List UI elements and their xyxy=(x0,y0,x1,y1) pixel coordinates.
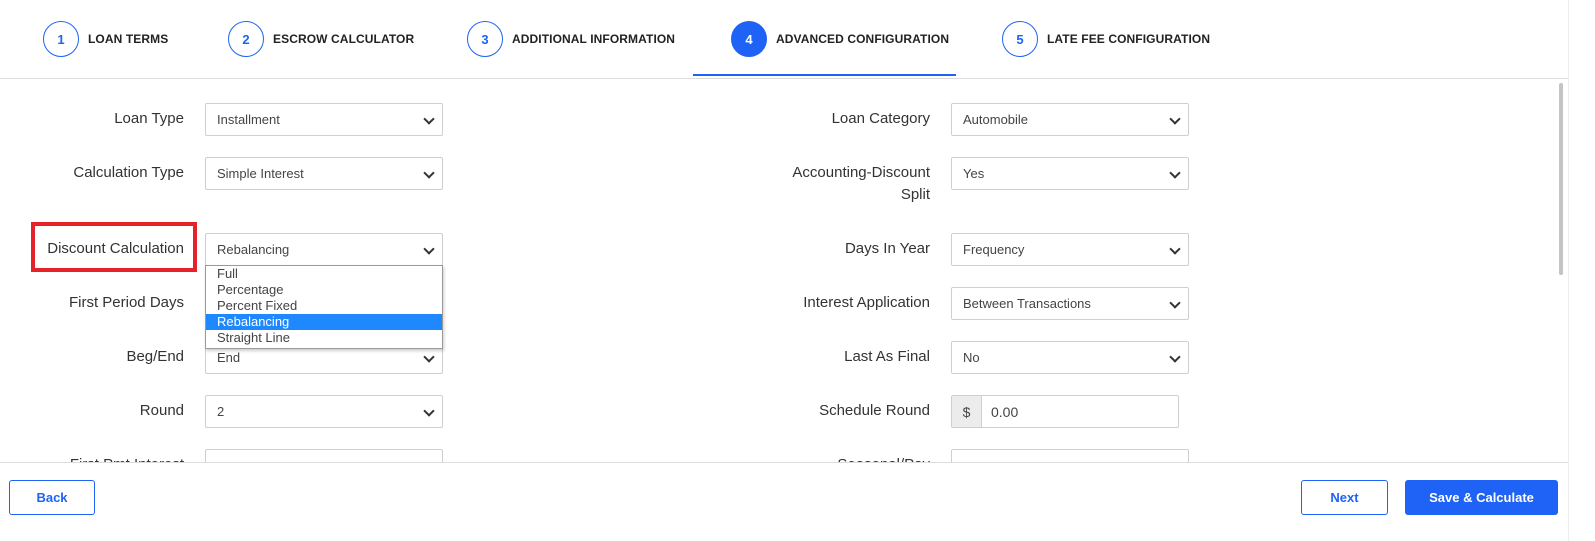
loan-type-label: Loan Type xyxy=(114,110,184,127)
interest-application-value: Between Transactions xyxy=(963,296,1091,311)
chevron-down-icon xyxy=(1169,243,1181,255)
schedule-round-value: 0.00 xyxy=(991,403,1019,420)
chevron-down-icon xyxy=(1169,297,1181,309)
first-pmt-interest-select[interactable] xyxy=(205,449,443,462)
step-label: LOAN TERMS xyxy=(88,32,169,46)
chevron-down-icon xyxy=(1169,351,1181,363)
days-in-year-value: Frequency xyxy=(963,242,1025,257)
accounting-discount-split-value: Yes xyxy=(963,166,985,181)
round-select[interactable]: 2 xyxy=(205,395,443,428)
chevron-down-icon xyxy=(423,351,435,363)
step-additional-information[interactable]: 3 ADDITIONAL INFORMATION xyxy=(467,21,675,57)
schedule-round-label: Schedule Round xyxy=(819,402,930,419)
interest-application-select[interactable]: Between Transactions xyxy=(951,287,1189,320)
chevron-down-icon xyxy=(1169,113,1181,125)
round-value: 2 xyxy=(217,404,225,419)
step-late-fee-configuration[interactable]: 5 LATE FEE CONFIGURATION xyxy=(1002,21,1210,57)
footer-bar: Back Next Save & Calculate xyxy=(0,462,1568,541)
dollar-prefix: $ xyxy=(952,396,982,427)
step-number: 4 xyxy=(731,21,767,57)
last-as-final-select[interactable]: No xyxy=(951,341,1189,374)
dropdown-option-rebalancing[interactable]: Rebalancing xyxy=(206,314,442,330)
interest-application-label: Interest Application xyxy=(803,294,930,311)
discount-calculation-dropdown: Full Percentage Percent Fixed Rebalancin… xyxy=(205,265,443,349)
accounting-discount-split-label-line2: Split xyxy=(900,186,930,203)
scrollbar-track[interactable] xyxy=(1568,0,1595,541)
days-in-year-select[interactable]: Frequency xyxy=(951,233,1189,266)
calculation-type-label: Calculation Type xyxy=(73,164,184,181)
seasonal-payment-select[interactable] xyxy=(951,449,1189,462)
beg-end-value: End xyxy=(217,350,241,365)
accounting-discount-split-select[interactable]: Yes xyxy=(951,157,1189,190)
loan-type-select[interactable]: Installment xyxy=(205,103,443,136)
step-label: ADVANCED CONFIGURATION xyxy=(776,32,950,46)
stepper: 1 LOAN TERMS 2 ESCROW CALCULATOR 3 ADDIT… xyxy=(0,0,1568,79)
save-calculate-button[interactable]: Save & Calculate xyxy=(1405,480,1558,515)
chevron-down-icon xyxy=(423,167,435,179)
step-advanced-configuration[interactable]: 4 ADVANCED CONFIGURATION xyxy=(731,21,949,57)
discount-calculation-label: Discount Calculation xyxy=(47,240,184,257)
calculation-type-select[interactable]: Simple Interest xyxy=(205,157,443,190)
advanced-configuration-form: Loan Type Installment Calculation Type S… xyxy=(0,79,1568,462)
dropdown-option-percent-fixed[interactable]: Percent Fixed xyxy=(206,298,442,314)
last-as-final-value: No xyxy=(963,350,980,365)
round-label: Round xyxy=(139,402,184,419)
step-label: ESCROW CALCULATOR xyxy=(273,32,415,46)
active-step-underline xyxy=(693,74,956,76)
beg-end-label: Beg/End xyxy=(126,348,184,365)
accounting-discount-split-label-line1: Accounting-Discount xyxy=(792,164,930,181)
loan-category-value: Automobile xyxy=(963,112,1029,127)
chevron-down-icon xyxy=(423,243,435,255)
discount-calculation-select[interactable]: Rebalancing xyxy=(205,233,443,266)
discount-calculation-value: Rebalancing xyxy=(217,242,290,257)
scrollbar-thumb[interactable] xyxy=(1559,83,1563,275)
loan-category-label: Loan Category xyxy=(831,110,930,127)
schedule-round-input[interactable]: $ 0.00 xyxy=(951,395,1179,428)
dropdown-option-percentage[interactable]: Percentage xyxy=(206,282,442,298)
step-number: 2 xyxy=(228,21,264,57)
step-escrow-calculator[interactable]: 2 ESCROW CALCULATOR xyxy=(228,21,414,57)
calculation-type-value: Simple Interest xyxy=(217,166,304,181)
seasonal-payment-label: Seasonal/Pay xyxy=(740,454,930,462)
last-as-final-label: Last As Final xyxy=(844,348,930,365)
days-in-year-label: Days In Year xyxy=(844,240,930,257)
first-pmt-interest-label: First Pmt Interest xyxy=(20,454,184,462)
step-label: ADDITIONAL INFORMATION xyxy=(512,32,676,46)
step-label: LATE FEE CONFIGURATION xyxy=(1047,32,1211,46)
step-loan-terms[interactable]: 1 LOAN TERMS xyxy=(43,21,168,57)
dropdown-option-full[interactable]: Full xyxy=(206,266,442,282)
chevron-down-icon xyxy=(423,405,435,417)
step-number: 1 xyxy=(43,21,79,57)
step-number: 3 xyxy=(467,21,503,57)
back-button[interactable]: Back xyxy=(9,480,95,515)
first-period-days-label: First Period Days xyxy=(68,294,184,311)
dropdown-option-straight-line[interactable]: Straight Line xyxy=(206,330,442,346)
chevron-down-icon xyxy=(423,113,435,125)
loan-type-value: Installment xyxy=(217,112,280,127)
loan-category-select[interactable]: Automobile xyxy=(951,103,1189,136)
chevron-down-icon xyxy=(1169,167,1181,179)
step-number: 5 xyxy=(1002,21,1038,57)
next-button[interactable]: Next xyxy=(1301,480,1388,515)
